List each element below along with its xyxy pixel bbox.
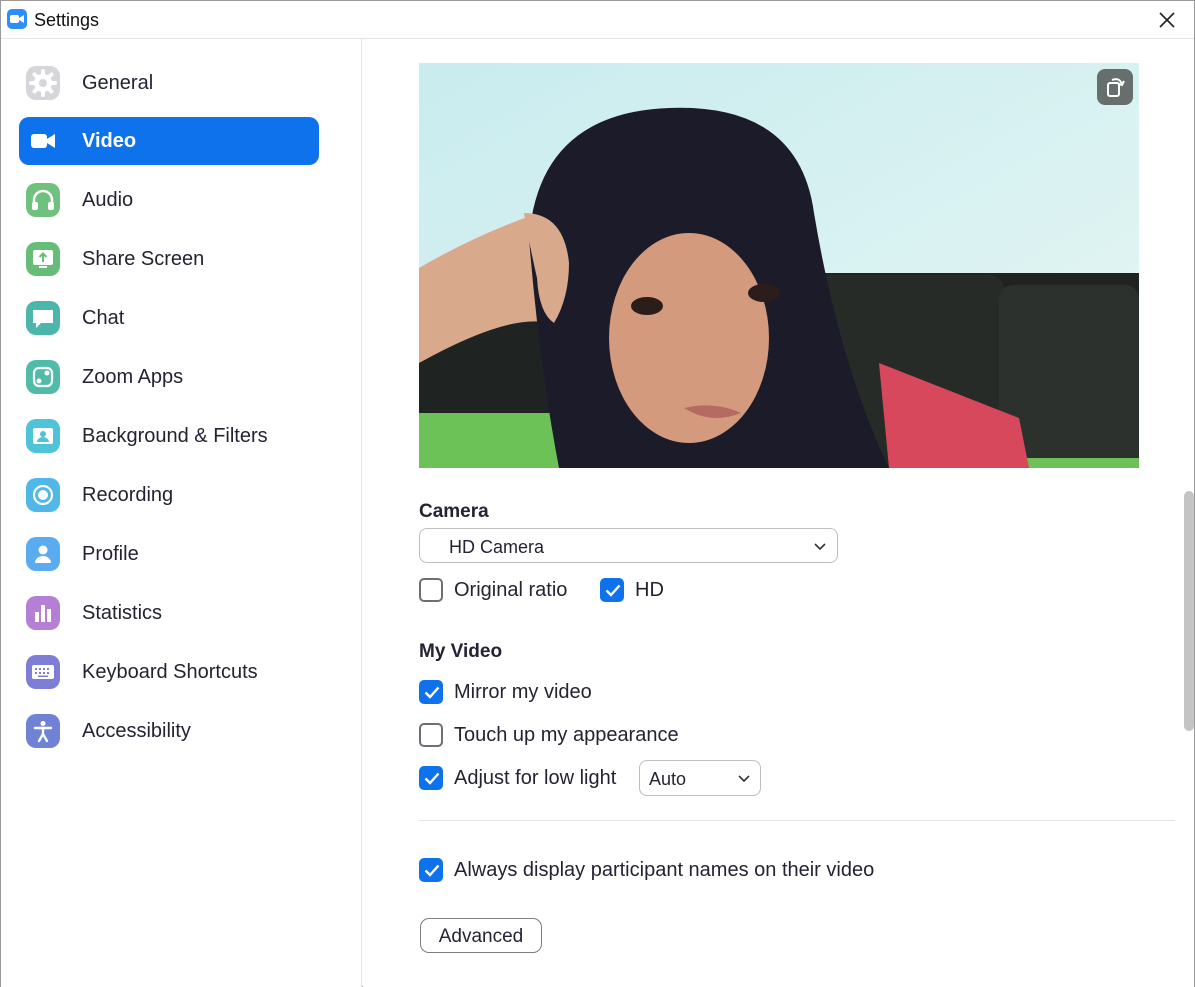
original-ratio-label: Original ratio: [454, 579, 568, 601]
rotate-icon: [1107, 78, 1125, 97]
sidebar-item-label: Zoom Apps: [82, 366, 184, 388]
original-ratio-option[interactable]: Original ratio: [419, 578, 589, 604]
sidebar-item-label: Accessibility: [82, 720, 191, 742]
sidebar-item-recording[interactable]: Recording: [19, 471, 319, 519]
checkmark-icon: [605, 584, 621, 597]
low-light-checkbox[interactable]: [419, 766, 443, 790]
video-settings-panel: Camera HD Camera Original ratio HD My Vi…: [363, 39, 1194, 987]
sidebar-item-share-screen[interactable]: Share Screen: [19, 235, 319, 283]
sidebar-item-label: General: [82, 72, 154, 94]
scrollbar-thumb[interactable]: [1184, 491, 1194, 731]
background-icon: [26, 419, 60, 453]
sidebar-item-statistics[interactable]: Statistics: [19, 589, 319, 637]
hd-checkbox[interactable]: [600, 578, 624, 602]
apps-icon: [26, 360, 60, 394]
sidebar-item-general[interactable]: General: [19, 59, 319, 107]
sidebar-item-label: Profile: [82, 543, 139, 565]
sidebar-item-label: Recording: [82, 484, 174, 506]
camera-preview: [419, 63, 1139, 468]
camera-select-value: HD Camera: [449, 537, 545, 557]
mirror-video-label: Mirror my video: [454, 681, 592, 703]
checkmark-icon: [424, 772, 440, 785]
title-bar: Settings: [1, 1, 1194, 39]
touch-up-label: Touch up my appearance: [454, 724, 679, 746]
chevron-down-icon: [738, 775, 750, 783]
always-display-names-label: Always display participant names on thei…: [454, 859, 875, 881]
share-screen-icon: [26, 242, 60, 276]
mirror-video-checkbox[interactable]: [419, 680, 443, 704]
video-camera-icon: [26, 124, 60, 158]
hd-label: HD: [635, 579, 664, 601]
low-light-option[interactable]: Adjust for low light: [419, 766, 639, 792]
gear-icon: [26, 66, 60, 100]
sidebar-item-label: Statistics: [82, 602, 163, 624]
accessibility-icon: [26, 714, 60, 748]
keyboard-icon: [26, 655, 60, 689]
sidebar-item-zoom-apps[interactable]: Zoom Apps: [19, 353, 319, 401]
advanced-button[interactable]: Advanced: [420, 918, 542, 953]
profile-icon: [26, 537, 60, 571]
close-button[interactable]: [1154, 7, 1180, 33]
section-divider: [419, 820, 1175, 821]
low-light-mode-value: Auto: [649, 769, 687, 789]
sidebar-item-label: Chat: [82, 307, 125, 329]
sidebar-item-audio[interactable]: Audio: [19, 176, 319, 224]
camera-select[interactable]: HD Camera: [419, 528, 838, 563]
original-ratio-checkbox[interactable]: [419, 578, 443, 602]
sidebar-item-profile[interactable]: Profile: [19, 530, 319, 578]
low-light-label: Adjust for low light: [454, 767, 617, 789]
sidebar-item-accessibility[interactable]: Accessibility: [19, 707, 319, 755]
sidebar-item-chat[interactable]: Chat: [19, 294, 319, 342]
advanced-button-label: Advanced: [438, 926, 524, 947]
window-title: Settings: [34, 10, 100, 30]
headphones-icon: [26, 183, 60, 217]
touch-up-option[interactable]: Touch up my appearance: [419, 723, 719, 749]
always-display-names-option[interactable]: Always display participant names on thei…: [419, 858, 889, 884]
checkmark-icon: [424, 686, 440, 699]
my-video-section-title: My Video: [419, 641, 503, 662]
sidebar-item-label: Audio: [82, 189, 134, 211]
chevron-down-icon: [814, 543, 826, 551]
low-light-mode-select[interactable]: Auto: [639, 760, 761, 796]
chat-bubble-icon: [26, 301, 60, 335]
camera-preview-image: [419, 63, 1139, 468]
rotate-camera-button[interactable]: [1097, 69, 1133, 105]
close-icon: [1159, 12, 1175, 28]
sidebar-item-label: Video: [82, 130, 137, 152]
sidebar-item-label: Share Screen: [82, 248, 205, 270]
settings-window: Settings General Video Audio Share Scree…: [0, 0, 1195, 987]
camera-section-title: Camera: [419, 501, 489, 522]
sidebar-item-keyboard-shortcuts[interactable]: Keyboard Shortcuts: [19, 648, 319, 696]
checkmark-icon: [424, 864, 440, 877]
touch-up-checkbox[interactable]: [419, 723, 443, 747]
mirror-video-option[interactable]: Mirror my video: [419, 680, 719, 706]
sidebar-item-label: Background & Filters: [82, 425, 268, 447]
settings-sidebar: General Video Audio Share Screen Chat Zo…: [1, 39, 362, 987]
sidebar-item-label: Keyboard Shortcuts: [82, 661, 258, 683]
statistics-icon: [26, 596, 60, 630]
sidebar-item-video[interactable]: Video: [19, 117, 319, 165]
hd-option[interactable]: HD: [600, 578, 680, 604]
zoom-logo-icon: [7, 9, 27, 29]
always-display-names-checkbox[interactable]: [419, 858, 443, 882]
record-icon: [26, 478, 60, 512]
sidebar-item-background-filters[interactable]: Background & Filters: [19, 412, 319, 460]
